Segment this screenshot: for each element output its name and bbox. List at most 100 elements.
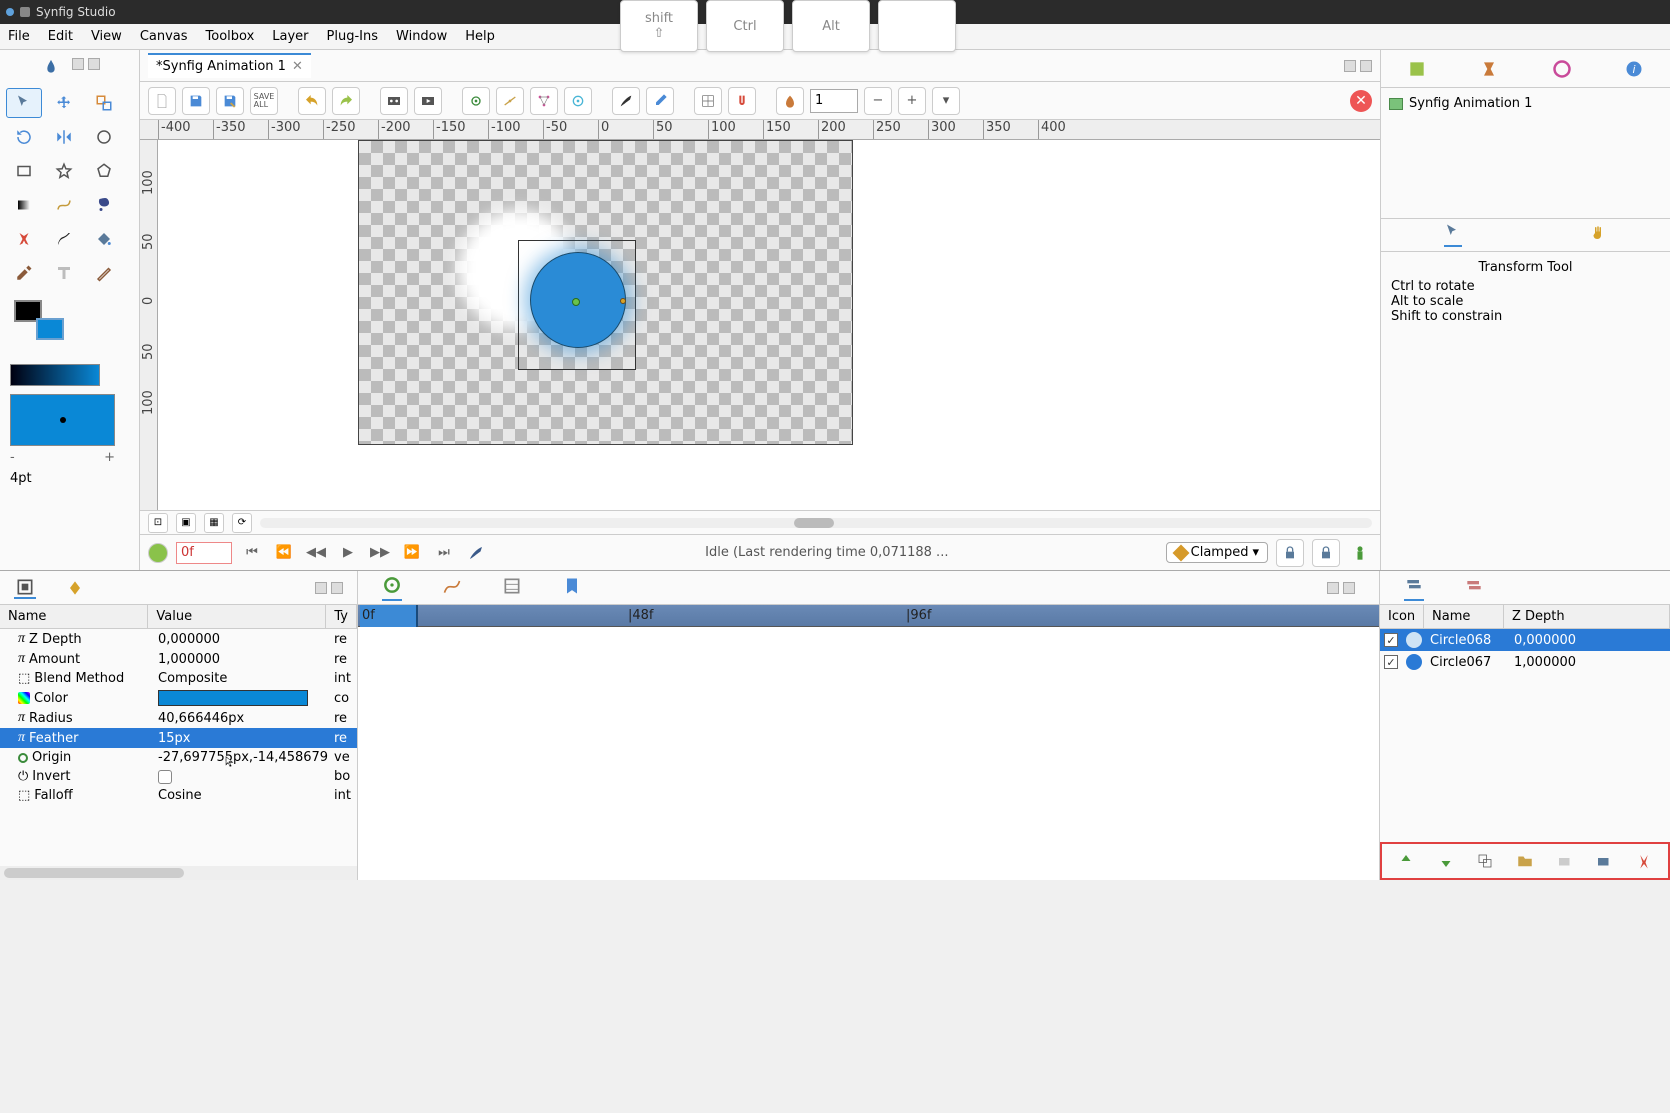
redo-button[interactable] <box>332 87 360 115</box>
history-tab-icon[interactable] <box>502 576 522 600</box>
refresh-button[interactable]: ⟳ <box>232 513 252 533</box>
canvas[interactable] <box>158 140 1380 510</box>
expand-button[interactable]: ⊡ <box>148 513 168 533</box>
interpolation-mode-dropdown[interactable]: Clamped ▾ <box>1166 542 1268 563</box>
gradient-swatch[interactable] <box>10 364 100 386</box>
fill-color-swatch[interactable] <box>36 318 64 340</box>
seek-fwd-button[interactable]: ▶▶ <box>368 541 392 565</box>
color-chip[interactable] <box>158 690 308 706</box>
undo-button[interactable] <box>298 87 326 115</box>
line-width-plus[interactable]: + <box>104 450 115 465</box>
navigator-tab-icon[interactable] <box>1478 58 1500 80</box>
frame-input[interactable] <box>176 542 232 564</box>
zoom-input[interactable] <box>810 89 858 113</box>
delete-layer-button[interactable] <box>1593 850 1615 872</box>
cut-layer-button[interactable] <box>1633 850 1655 872</box>
gradient-tool[interactable] <box>6 190 42 220</box>
panel-handle[interactable] <box>1360 60 1372 72</box>
param-row[interactable]: πZ Depth0,000000re <box>0 629 357 649</box>
polygon-tool[interactable] <box>86 156 122 186</box>
hand-tab-icon[interactable] <box>1589 224 1607 246</box>
cursor-tab-icon[interactable] <box>1444 223 1462 247</box>
eyedropper-tool[interactable] <box>6 258 42 288</box>
layer-visible-checkbox[interactable]: ✓ <box>1384 633 1398 647</box>
zoom-dropdown[interactable]: ▾ <box>932 87 960 115</box>
param-row[interactable]: Colorco <box>0 688 357 708</box>
mirror-tool[interactable] <box>46 122 82 152</box>
cutout-tool[interactable] <box>6 224 42 254</box>
show-vertex-button[interactable] <box>530 87 558 115</box>
params-hscroll[interactable] <box>0 866 357 880</box>
animate-toggle-icon[interactable] <box>1348 541 1372 565</box>
canvas-hscroll[interactable] <box>260 518 1372 528</box>
lock-keyframe-past-button[interactable] <box>1276 539 1304 567</box>
play-button[interactable]: ▶ <box>336 541 360 565</box>
fill-tool[interactable] <box>86 224 122 254</box>
menu-file[interactable]: File <box>8 29 30 44</box>
eyedrop-button[interactable] <box>646 87 674 115</box>
save-all-button[interactable]: SAVEALL <box>250 87 278 115</box>
group-layer-button[interactable] <box>1514 850 1536 872</box>
circle-tool[interactable] <box>86 122 122 152</box>
rotate-tool[interactable] <box>6 122 42 152</box>
animate-mode-button[interactable] <box>148 543 168 563</box>
line-width-minus[interactable]: - <box>10 450 15 465</box>
show-tangent-button[interactable] <box>496 87 524 115</box>
param-row[interactable]: πAmount1,000000re <box>0 649 357 669</box>
lock-keyframe-future-button[interactable] <box>1312 539 1340 567</box>
layer-row[interactable]: ✓Circle0671,000000 <box>1380 651 1670 673</box>
radius-handle[interactable] <box>620 298 626 304</box>
duplicate-layer-button[interactable] <box>1474 850 1496 872</box>
timeline-ruler[interactable]: 0f |48f |96f <box>358 605 1379 627</box>
scale-tool[interactable] <box>86 88 122 118</box>
canvas-browser-tab-icon[interactable] <box>1406 58 1428 80</box>
timeline-body[interactable] <box>358 627 1379 880</box>
raise-layer-button[interactable] <box>1395 850 1417 872</box>
seek-next-key-button[interactable]: ⏩ <box>400 541 424 565</box>
seek-prev-key-button[interactable]: ⏪ <box>272 541 296 565</box>
layer-visible-checkbox[interactable]: ✓ <box>1384 655 1398 669</box>
sketch-tool[interactable] <box>86 258 122 288</box>
document-tab[interactable]: *Synfig Animation 1 ✕ <box>148 53 311 78</box>
menu-canvas[interactable]: Canvas <box>140 29 188 44</box>
brush-button[interactable] <box>612 87 640 115</box>
menu-plugins[interactable]: Plug-Ins <box>327 29 378 44</box>
param-row[interactable]: ⬚Blend MethodCompositeint <box>0 669 357 688</box>
library-tab-icon[interactable] <box>562 576 582 600</box>
seek-end-button[interactable]: ⏭ <box>432 541 456 565</box>
lower-layer-button[interactable] <box>1435 850 1457 872</box>
tree-item[interactable]: Synfig Animation 1 <box>1389 94 1662 113</box>
param-row[interactable]: Origin-27,697755px,-14,458679ve <box>0 748 357 767</box>
rectangle-tool[interactable] <box>6 156 42 186</box>
menu-layer[interactable]: Layer <box>272 29 308 44</box>
palette-tab-icon[interactable] <box>1551 58 1573 80</box>
seek-start-button[interactable]: ⏮ <box>240 541 264 565</box>
fit-button[interactable]: ▣ <box>176 513 196 533</box>
snap-button[interactable] <box>728 87 756 115</box>
info-tab-icon[interactable]: i <box>1623 58 1645 80</box>
show-width-button[interactable] <box>564 87 592 115</box>
menu-toolbox[interactable]: Toolbox <box>206 29 255 44</box>
invert-checkbox[interactable] <box>158 770 172 784</box>
new-file-button[interactable] <box>148 87 176 115</box>
new-layer-button[interactable] <box>1554 850 1576 872</box>
origin-handle[interactable] <box>572 298 580 306</box>
smooth-move-tool[interactable] <box>46 88 82 118</box>
color-swatches[interactable] <box>4 300 135 358</box>
menu-view[interactable]: View <box>91 29 122 44</box>
curves-tab-icon[interactable] <box>442 576 462 600</box>
menu-edit[interactable]: Edit <box>48 29 73 44</box>
param-row[interactable]: πFeather15pxre <box>0 728 357 748</box>
sets-tab-icon[interactable] <box>1464 576 1484 600</box>
layer-row[interactable]: ✓Circle0680,000000 <box>1380 629 1670 651</box>
timetrack-tab-icon[interactable] <box>382 575 402 601</box>
render-button[interactable] <box>380 87 408 115</box>
onion-button[interactable] <box>776 87 804 115</box>
param-row[interactable]: ⬚FalloffCosineint <box>0 786 357 805</box>
zoom-out-button[interactable]: − <box>864 87 892 115</box>
menu-window[interactable]: Window <box>396 29 447 44</box>
params-tab-icon[interactable] <box>14 577 36 599</box>
app-home-icon[interactable] <box>40 58 62 80</box>
text-tool[interactable] <box>46 258 82 288</box>
seek-back-button[interactable]: ◀◀ <box>304 541 328 565</box>
